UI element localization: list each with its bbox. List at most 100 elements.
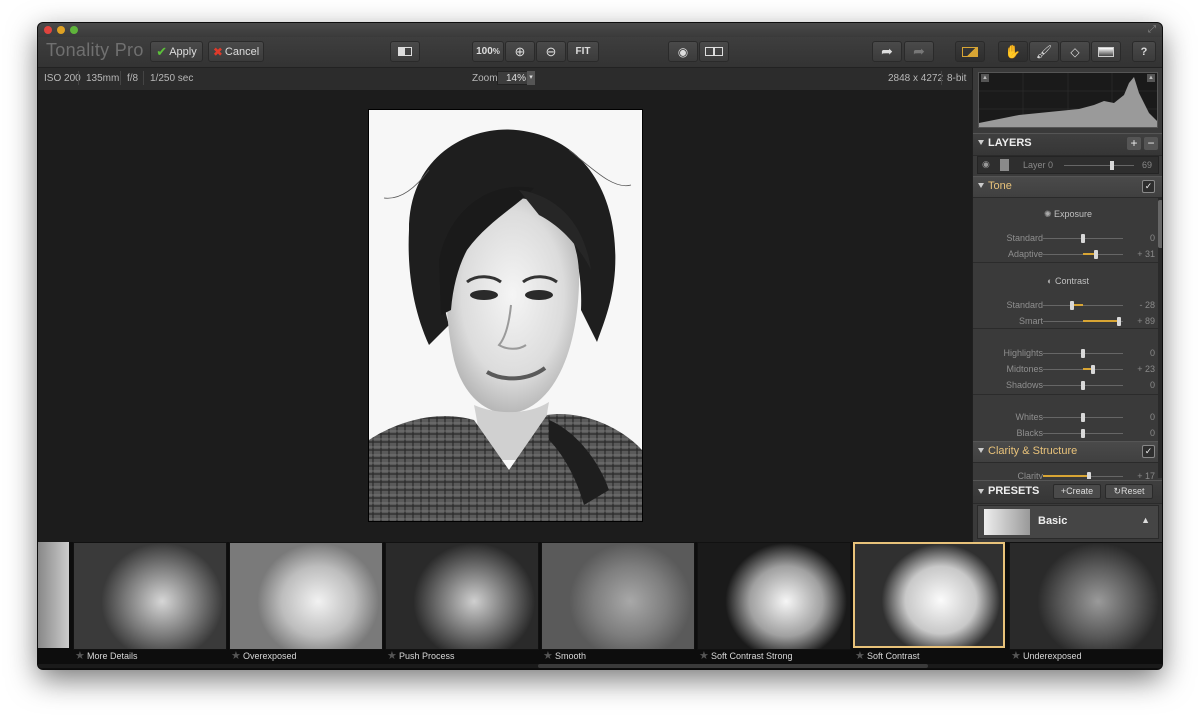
layer-visibility-eye-icon[interactable]: ◉ xyxy=(982,159,990,170)
slider-row-shadows[interactable]: Shadows 0 xyxy=(973,378,1162,392)
slider-handle[interactable] xyxy=(1081,234,1085,243)
partial-thumbnail[interactable] xyxy=(38,542,69,648)
slider-row-standard[interactable]: Standard - 28 xyxy=(973,298,1162,312)
slider-value: 0 xyxy=(1149,412,1155,422)
slider-label: Standard xyxy=(1006,233,1043,243)
redo-button[interactable]: ➦ xyxy=(904,41,934,62)
slider-handle[interactable] xyxy=(1093,250,1098,259)
apply-label: Apply xyxy=(169,45,197,58)
zoom-select[interactable]: 14% ▾ xyxy=(497,71,535,85)
layer-row[interactable]: ◉ Layer 0 69 xyxy=(977,156,1159,174)
cancel-button[interactable]: ✖ Cancel xyxy=(208,41,264,62)
tone-enabled-checkbox[interactable]: ✓ xyxy=(1142,180,1155,193)
zoom-window-button[interactable] xyxy=(70,26,78,34)
slider-row-clarity[interactable]: Clarity + 17 xyxy=(973,469,1162,479)
slider-row-blacks[interactable]: Blacks 0 xyxy=(973,426,1162,440)
clipping-highlights-toggle[interactable]: ▲ xyxy=(1147,74,1155,82)
slider-value: 0 xyxy=(1149,380,1155,390)
expand-up-icon[interactable]: ▲ xyxy=(1141,515,1150,525)
slider-handle[interactable] xyxy=(1069,301,1074,310)
preset-thumbnail[interactable] xyxy=(1009,542,1162,650)
slider-handle[interactable] xyxy=(1087,472,1092,479)
histogram-icon xyxy=(962,46,978,57)
create-preset-button[interactable]: +Create xyxy=(1053,484,1101,499)
brush-tool-button[interactable]: 🖌 xyxy=(1029,41,1059,62)
undo-button[interactable]: ➦ xyxy=(872,41,902,62)
preview-eye-button[interactable]: ◉ xyxy=(668,41,698,62)
layer-opacity-slider[interactable] xyxy=(1109,161,1114,170)
presets-header[interactable]: PRESETS +Create ↻Reset xyxy=(973,480,1162,504)
scrollbar-thumb[interactable] xyxy=(1158,200,1162,248)
create-label: Create xyxy=(1066,486,1094,496)
fullscreen-icon[interactable]: ⤢ xyxy=(1148,24,1156,35)
fit-button[interactable]: FIT xyxy=(567,41,599,62)
slider-label: Standard xyxy=(1006,300,1043,310)
before-after-button[interactable] xyxy=(699,41,729,62)
slider-row-standard[interactable]: Standard 0 xyxy=(973,231,1162,245)
favorite-star-icon[interactable]: ★ xyxy=(1011,649,1021,662)
zoom-100-button[interactable]: 100% xyxy=(472,41,504,62)
favorite-star-icon[interactable]: ★ xyxy=(387,649,397,662)
hand-tool-button[interactable]: ✋ xyxy=(998,41,1028,62)
adjustments-sidebar: ▲ ▲ LAYERS + − ◉ Layer 0 69 Tone ✓ ✺ Exp… xyxy=(972,68,1162,542)
slider-handle[interactable] xyxy=(1081,349,1085,358)
clipping-shadows-toggle[interactable]: ▲ xyxy=(981,74,989,82)
zoom-100-label: 100 xyxy=(476,46,493,57)
preset-thumbnail[interactable] xyxy=(385,542,539,650)
zoom-100-suffix: % xyxy=(492,47,500,56)
slider-handle[interactable] xyxy=(1081,413,1085,422)
clarity-header[interactable]: Clarity & Structure ✓ xyxy=(973,441,1162,463)
preset-thumbnail[interactable] xyxy=(853,542,1005,648)
filmstrip-scrollbar[interactable] xyxy=(38,664,1162,668)
presets-title: PRESETS xyxy=(988,485,1040,497)
preset-category-selector[interactable]: Basic ▲ xyxy=(977,505,1159,539)
remove-layer-button[interactable]: − xyxy=(1144,137,1158,150)
divider xyxy=(973,394,1162,395)
close-window-button[interactable] xyxy=(44,26,52,34)
preset-thumbnail[interactable] xyxy=(73,542,227,650)
favorite-star-icon[interactable]: ★ xyxy=(231,649,241,662)
gradient-tool-button[interactable] xyxy=(1091,41,1121,62)
reset-preset-button[interactable]: ↻Reset xyxy=(1105,484,1153,499)
slider-handle[interactable] xyxy=(1090,365,1095,374)
exposure-subheading: ✺ Exposure xyxy=(973,209,1162,220)
filmstrip-scroll-thumb[interactable] xyxy=(538,664,928,668)
preset-thumbnail[interactable] xyxy=(541,542,695,650)
compare-split-button[interactable] xyxy=(390,41,420,62)
clarity-enabled-checkbox[interactable]: ✓ xyxy=(1142,445,1155,458)
help-button[interactable]: ? xyxy=(1132,41,1156,62)
favorite-star-icon[interactable]: ★ xyxy=(75,649,85,662)
eraser-tool-button[interactable]: ◇ xyxy=(1060,41,1090,62)
slider-fill xyxy=(1083,320,1119,322)
slider-handle[interactable] xyxy=(1117,317,1121,326)
favorite-star-icon[interactable]: ★ xyxy=(855,649,865,662)
slider-row-smart[interactable]: Smart + 89 xyxy=(973,314,1162,328)
tone-header[interactable]: Tone ✓ xyxy=(973,176,1162,198)
zoom-out-button[interactable]: ⊖ xyxy=(536,41,566,62)
histogram-toggle-button[interactable] xyxy=(955,41,985,62)
add-layer-button[interactable]: + xyxy=(1127,137,1141,150)
preset-thumbnail-label: Soft Contrast xyxy=(867,651,920,661)
slider-row-whites[interactable]: Whites 0 xyxy=(973,410,1162,424)
image-canvas[interactable] xyxy=(38,90,972,542)
favorite-star-icon[interactable]: ★ xyxy=(699,649,709,662)
preset-thumbnail[interactable] xyxy=(697,542,851,650)
preset-thumbnail-label: More Details xyxy=(87,651,138,661)
zoom-in-icon: ⊕ xyxy=(514,43,526,59)
slider-row-adaptive[interactable]: Adaptive + 31 xyxy=(973,247,1162,261)
slider-row-midtones[interactable]: Midtones + 23 xyxy=(973,362,1162,376)
preset-thumbnail-label: Underexposed xyxy=(1023,651,1082,661)
sidebar-scrollbar[interactable] xyxy=(1158,198,1162,478)
layers-header[interactable]: LAYERS + − xyxy=(973,133,1162,156)
tone-title: Tone xyxy=(988,180,1012,192)
slider-row-highlights[interactable]: Highlights 0 xyxy=(973,346,1162,360)
slider-handle[interactable] xyxy=(1081,381,1085,390)
divider xyxy=(973,262,1162,263)
minimize-window-button[interactable] xyxy=(57,26,65,34)
slider-handle[interactable] xyxy=(1081,429,1085,438)
preset-thumbnail[interactable] xyxy=(229,542,383,650)
apply-button[interactable]: ✔ Apply xyxy=(150,41,203,62)
slider-label: Blacks xyxy=(1016,428,1043,438)
zoom-in-button[interactable]: ⊕ xyxy=(505,41,535,62)
favorite-star-icon[interactable]: ★ xyxy=(543,649,553,662)
